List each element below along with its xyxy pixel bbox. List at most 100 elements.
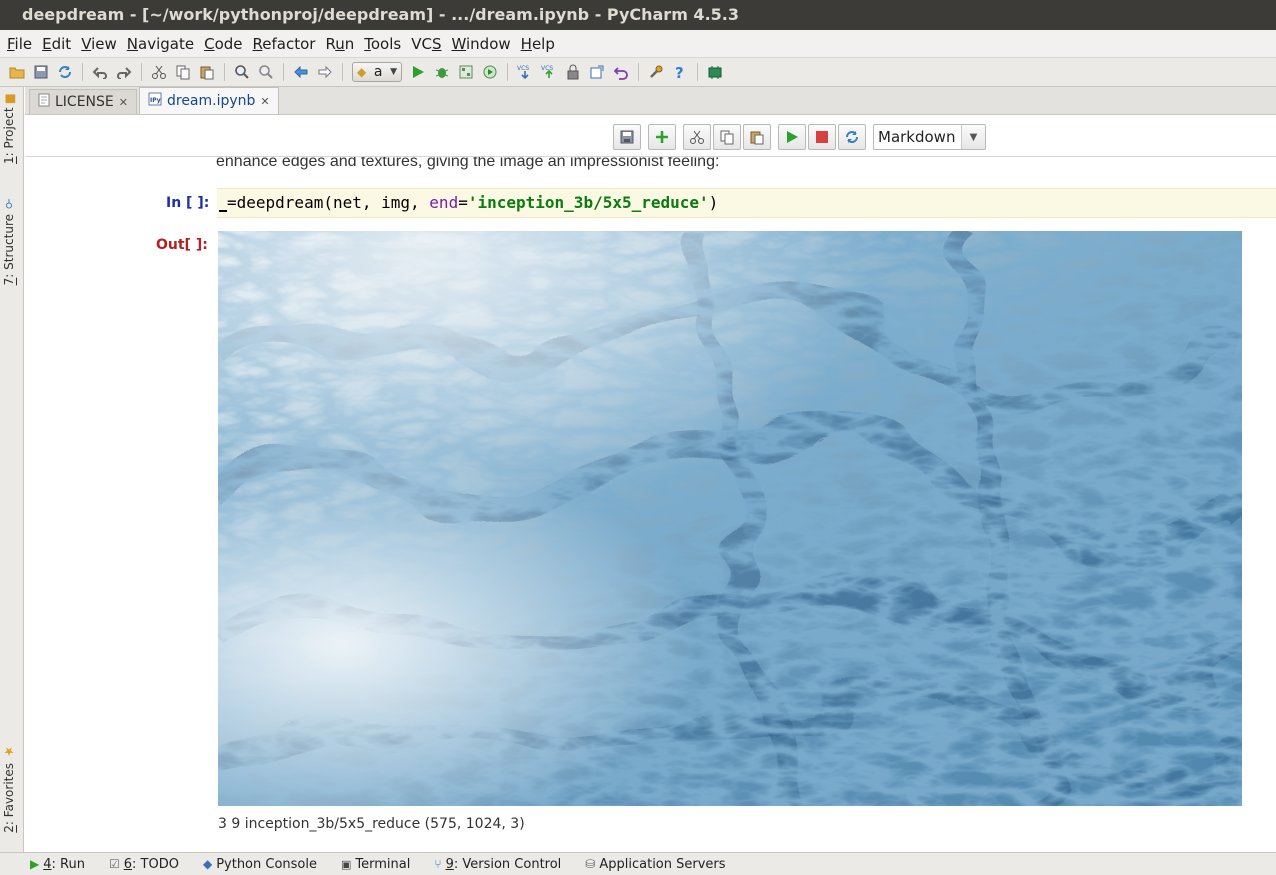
run-icon: ▶ bbox=[30, 857, 40, 871]
tool-tab-favorites-label: 2: Favorites bbox=[2, 763, 16, 833]
chevron-down-icon: ▼ bbox=[961, 125, 985, 149]
editor-tab-license-label: LICENSE bbox=[55, 94, 114, 110]
copy-cell-button[interactable] bbox=[713, 124, 741, 150]
refresh-icon bbox=[846, 131, 858, 143]
run-icon[interactable] bbox=[406, 61, 430, 83]
editor-tab-dream-ipynb[interactable]: IPy dream.ipynb ✕ bbox=[138, 87, 279, 114]
todo-icon: ☑ bbox=[108, 857, 120, 871]
menu-navigate[interactable]: Navigate bbox=[122, 35, 199, 53]
vcs-compare-icon[interactable] bbox=[561, 61, 585, 83]
tool-window-application-servers[interactable]: ⛁ Application Servers bbox=[585, 857, 725, 872]
sync-icon[interactable] bbox=[53, 61, 77, 83]
back-icon[interactable] bbox=[289, 61, 313, 83]
undo-icon[interactable] bbox=[88, 61, 112, 83]
vcs-icon: ⑂ bbox=[434, 857, 442, 871]
paste-cell-button[interactable] bbox=[743, 124, 771, 150]
save-notebook-button[interactable] bbox=[613, 124, 641, 150]
terminal-icon: ▣ bbox=[341, 857, 352, 871]
menu-run[interactable]: Run bbox=[320, 35, 359, 53]
restart-kernel-button[interactable] bbox=[838, 124, 866, 150]
debug-icon[interactable] bbox=[430, 61, 454, 83]
menu-window[interactable]: Window bbox=[446, 35, 515, 53]
tool-window-python-console-label: Python Console bbox=[216, 856, 317, 872]
add-cell-button[interactable] bbox=[648, 124, 676, 150]
tool-tab-structure[interactable]: 7: Structure ⚲ bbox=[2, 197, 16, 285]
bottom-tool-bar: ▶ 4: Run ☑ 6: TODO ◆ Python Console ▣ Te… bbox=[0, 852, 1276, 875]
save-icon bbox=[620, 130, 634, 144]
menu-vcs[interactable]: VCS bbox=[406, 35, 446, 53]
tool-window-todo[interactable]: ☑ 6: TODO bbox=[109, 857, 179, 872]
cell-type-select[interactable]: Markdown ▼ bbox=[873, 124, 986, 150]
svg-text:VCS: VCS bbox=[517, 65, 529, 72]
menu-edit[interactable]: Edit bbox=[37, 35, 76, 53]
text-file-icon bbox=[38, 93, 50, 111]
toolbar-separator bbox=[638, 63, 639, 81]
svg-text:?: ? bbox=[675, 64, 684, 80]
copy-icon[interactable] bbox=[171, 61, 195, 83]
close-icon[interactable]: ✕ bbox=[119, 96, 128, 109]
revert-icon[interactable] bbox=[609, 61, 633, 83]
left-tool-strip: 1: Project ▆ 7: Structure ⚲ 2: Favorites… bbox=[0, 87, 24, 852]
text-cursor bbox=[219, 210, 227, 212]
plugin-icon[interactable] bbox=[703, 61, 727, 83]
tool-window-run[interactable]: ▶ 4: Run bbox=[30, 857, 85, 872]
vcs-commit-icon[interactable]: VCS bbox=[537, 61, 561, 83]
replace-icon[interactable] bbox=[254, 61, 278, 83]
settings-icon[interactable] bbox=[644, 61, 668, 83]
tool-window-python-console[interactable]: ◆ Python Console bbox=[203, 857, 317, 872]
coverage-icon[interactable] bbox=[454, 61, 478, 83]
code-cell[interactable]: =deepdream(net, img, end='inception_3b/5… bbox=[217, 188, 1276, 218]
menu-help[interactable]: Help bbox=[516, 35, 560, 53]
main-toolbar: ◆ a ▼ VCS VCS ? bbox=[0, 58, 1276, 87]
toolbar-separator bbox=[82, 63, 83, 81]
help-icon[interactable]: ? bbox=[668, 61, 692, 83]
tool-window-terminal[interactable]: ▣ Terminal bbox=[341, 857, 410, 872]
plus-icon bbox=[656, 131, 668, 143]
cell-type-value: Markdown bbox=[878, 128, 956, 146]
code-line[interactable]: =deepdream(net, img, end='inception_3b/5… bbox=[219, 193, 718, 212]
tool-window-version-control-label: 9: Version Control bbox=[445, 856, 562, 872]
editor-tab-dream-ipynb-label: dream.ipynb bbox=[166, 93, 256, 109]
tool-window-application-servers-label: Application Servers bbox=[599, 856, 726, 872]
redo-icon[interactable] bbox=[112, 61, 136, 83]
cut-icon bbox=[690, 130, 704, 144]
tool-tab-project-label: 1: Project bbox=[2, 107, 16, 165]
cut-icon[interactable] bbox=[147, 61, 171, 83]
run-configuration-select[interactable]: ◆ a ▼ bbox=[352, 62, 402, 82]
toolbar-separator bbox=[141, 63, 142, 81]
menu-code[interactable]: Code bbox=[199, 35, 247, 53]
server-icon: ⛁ bbox=[585, 857, 596, 871]
output-image bbox=[218, 231, 1242, 806]
open-folder-icon[interactable] bbox=[5, 61, 29, 83]
svg-text:IPy: IPy bbox=[150, 97, 161, 104]
star-icon: ★ bbox=[2, 745, 16, 759]
menu-refactor[interactable]: Refactor bbox=[248, 35, 321, 53]
profile-icon[interactable] bbox=[478, 61, 502, 83]
structure-icon: ⚲ bbox=[2, 197, 16, 210]
run-cell-button[interactable] bbox=[778, 124, 806, 150]
python-icon: ◆ bbox=[202, 857, 213, 871]
menu-file[interactable]: File bbox=[2, 35, 37, 53]
window-title: deepdream - [~/work/pythonproj/deepdream… bbox=[0, 0, 1276, 30]
output-prompt: Out[ ]: bbox=[156, 237, 208, 253]
tool-window-todo-label: 6: TODO bbox=[123, 856, 179, 872]
editor-tab-license[interactable]: LICENSE ✕ bbox=[29, 89, 137, 114]
find-icon[interactable] bbox=[230, 61, 254, 83]
deepdream-image bbox=[218, 231, 1242, 806]
vcs-update-icon[interactable]: VCS bbox=[513, 61, 537, 83]
menu-tools[interactable]: Tools bbox=[359, 35, 406, 53]
cut-cell-button[interactable] bbox=[683, 124, 711, 150]
paste-icon[interactable] bbox=[195, 61, 219, 83]
tool-tab-project[interactable]: 1: Project ▆ bbox=[2, 95, 16, 164]
vcs-history-icon[interactable] bbox=[585, 61, 609, 83]
forward-icon[interactable] bbox=[313, 61, 337, 83]
tool-tab-structure-label: 7: Structure bbox=[2, 214, 16, 286]
paste-icon bbox=[750, 131, 764, 145]
tool-tab-favorites[interactable]: 2: Favorites ★ bbox=[2, 745, 16, 833]
tool-window-version-control[interactable]: ⑂ 9: Version Control bbox=[434, 857, 561, 872]
notebook-toolbar: Markdown ▼ bbox=[25, 115, 1276, 157]
menu-view[interactable]: View bbox=[76, 35, 122, 53]
close-icon[interactable]: ✕ bbox=[260, 95, 269, 108]
save-all-icon[interactable] bbox=[29, 61, 53, 83]
interrupt-kernel-button[interactable] bbox=[808, 124, 836, 150]
